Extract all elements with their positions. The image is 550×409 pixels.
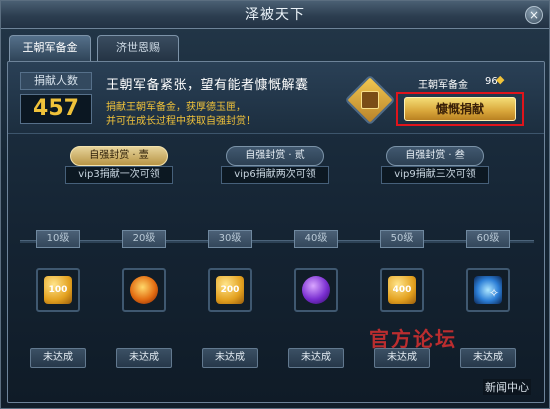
rune-glyph-icon: ✧ <box>488 286 500 300</box>
reward-item-slot-30[interactable]: 200 <box>208 268 252 312</box>
level-tag-20: 20级 <box>122 230 166 248</box>
donor-count-value: 457 <box>20 94 92 124</box>
level-tag-30: 30级 <box>208 230 252 248</box>
news-center-watermark: 新闻中心 <box>483 379 531 395</box>
level-tag-60: 60级 <box>466 230 510 248</box>
status-button-10[interactable]: 未达成 <box>30 348 86 368</box>
reward-item-slot-50[interactable]: 400 <box>380 268 424 312</box>
item-amount: 100 <box>48 285 68 295</box>
reward-tier-1-button[interactable]: 自强封赏 · 壹 <box>70 146 168 166</box>
reward-tier-1-requirement: vip3捐献一次可领 <box>65 166 173 184</box>
reward-item-slot-10[interactable]: 100 <box>36 268 80 312</box>
tab-dynasty-fund[interactable]: 王朝军备金 <box>9 35 91 61</box>
reward-tier-2-requirement: vip6捐献两次可领 <box>221 166 329 184</box>
headline-text: 王朝军备紧张，望有能者慷慨解囊 <box>106 78 309 93</box>
close-button[interactable]: × <box>525 6 543 24</box>
reward-item-slot-60[interactable]: ✧ <box>466 268 510 312</box>
level-tag-40: 40级 <box>294 230 338 248</box>
donate-button[interactable]: 慷慨捐献 <box>404 97 516 121</box>
donor-count-label: 捐献人数 <box>20 72 92 90</box>
reward-tier-3-requirement: vip9捐献三次可领 <box>381 166 489 184</box>
description-line-1: 捐献王朝军备金，获厚德玉匣， <box>106 102 246 113</box>
tab-relief-grant[interactable]: 济世恩赐 <box>97 35 179 61</box>
level-track <box>20 240 534 243</box>
gold-ingot-icon: ◆ <box>496 73 505 86</box>
status-button-40[interactable]: 未达成 <box>288 348 344 368</box>
description-line-2: 并可在成长过程中获取自强封赏！ <box>106 116 256 127</box>
reward-item-slot-20[interactable] <box>122 268 166 312</box>
purple-gem-icon <box>302 276 330 304</box>
chest-lock-icon <box>361 91 379 109</box>
level-tag-10: 10级 <box>36 230 80 248</box>
blue-rune-icon: ✧ <box>474 276 502 304</box>
status-button-20[interactable]: 未达成 <box>116 348 172 368</box>
reserve-label: 王朝军备金 <box>418 80 468 91</box>
reward-item-slot-40[interactable] <box>294 268 338 312</box>
status-button-30[interactable]: 未达成 <box>202 348 258 368</box>
game-window: 泽被天下 × 王朝军备金 济世恩赐 捐献人数 457 王朝军备紧张，望有能者慷慨… <box>0 0 550 409</box>
reward-tier-3-button[interactable]: 自强封赏 · 叁 <box>386 146 484 166</box>
forum-watermark-logo: 官方论坛 <box>369 327 457 351</box>
level-tag-50: 50级 <box>380 230 424 248</box>
item-amount: 400 <box>392 285 412 295</box>
window-title: 泽被天下 <box>1 1 549 29</box>
reward-tier-2-button[interactable]: 自强封赏 · 贰 <box>226 146 324 166</box>
fire-gem-icon <box>130 276 158 304</box>
item-amount: 200 <box>220 285 240 295</box>
